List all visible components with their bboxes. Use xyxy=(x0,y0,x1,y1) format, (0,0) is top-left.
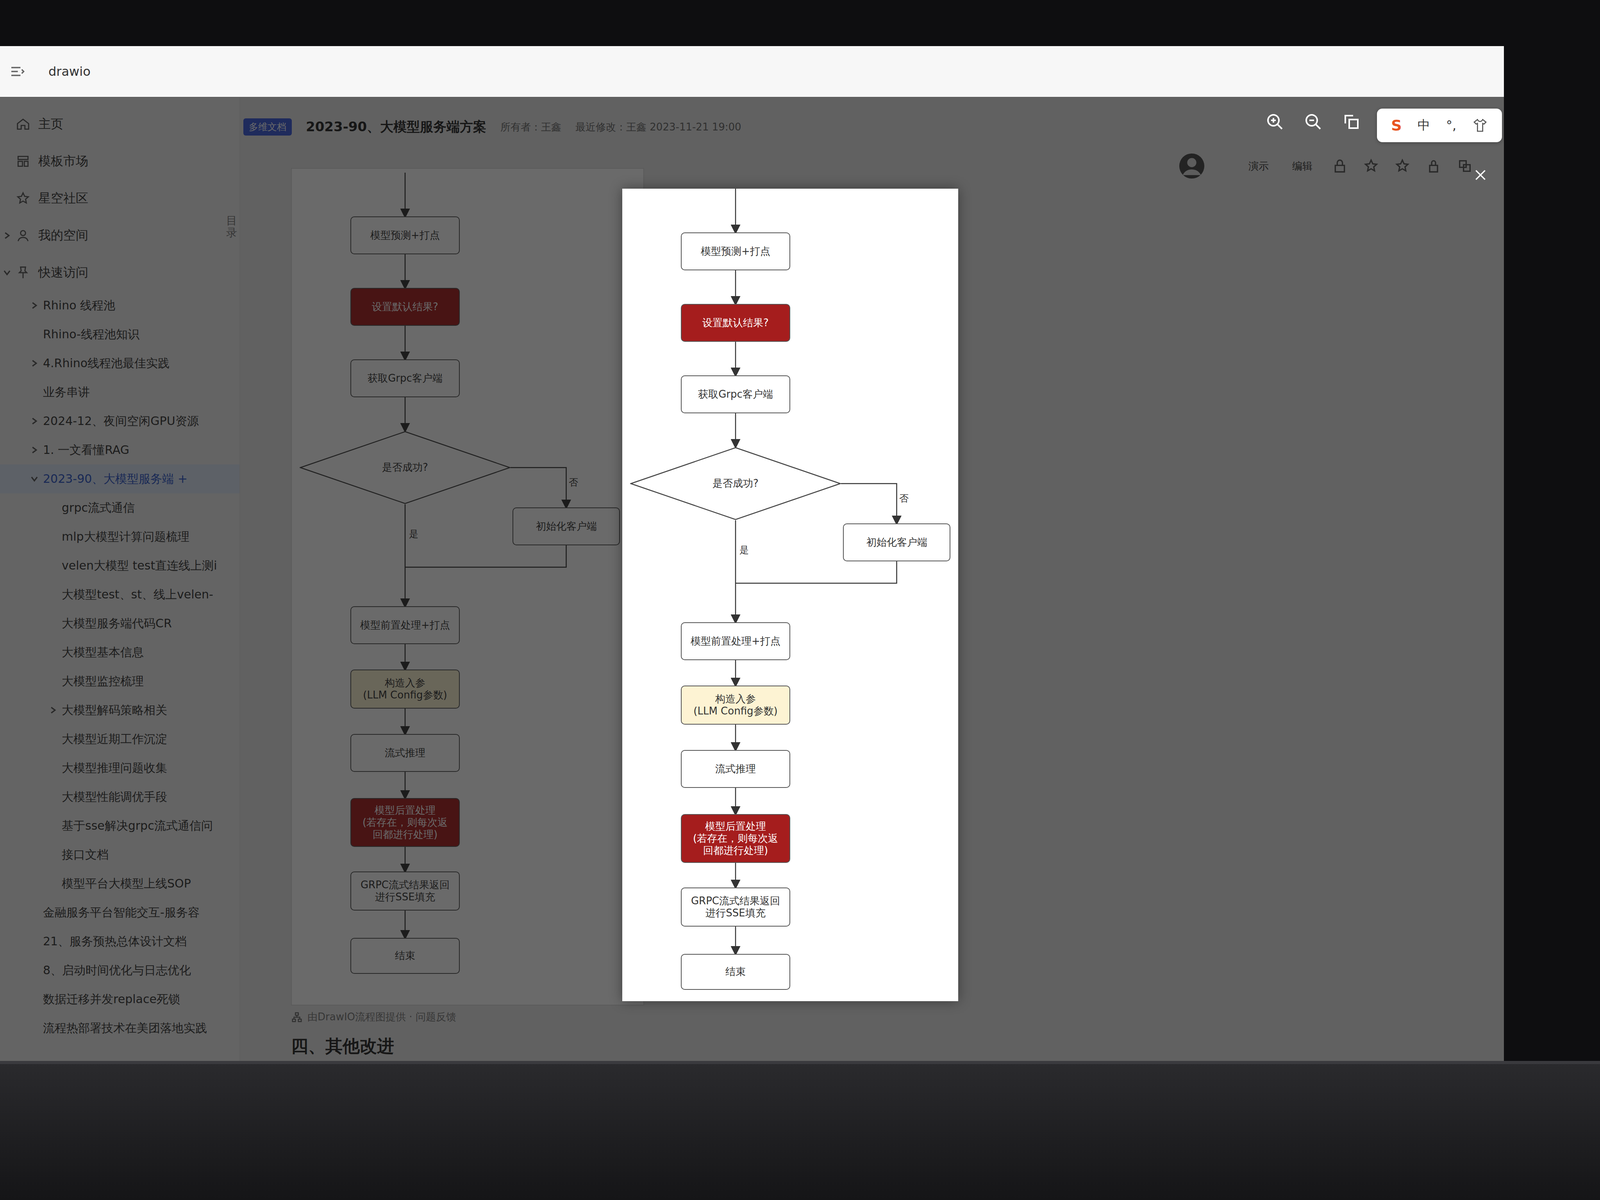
node-text: 模型前置处理+打点 xyxy=(690,635,781,648)
ime-logo[interactable]: S xyxy=(1391,116,1402,134)
flow-edge xyxy=(841,483,897,524)
photo-frame: drawio主页模板市场星空社区我的空间快速访问Rhino 线程池Rhino-线… xyxy=(0,0,1600,1200)
node-text: 是否成功? xyxy=(712,477,759,490)
node-text: 结束 xyxy=(725,965,746,978)
flow-edge xyxy=(735,926,737,954)
flow-edge xyxy=(735,188,737,233)
flow-edge xyxy=(735,724,737,750)
flow-edge xyxy=(735,787,737,815)
edge-label: 是 xyxy=(739,543,749,557)
flow-node[interactable]: 模型后置处理 (若存在，则每次返 回都进行处理) xyxy=(680,814,791,863)
flow-node[interactable]: 模型前置处理+打点 xyxy=(680,622,791,661)
rotate-icon[interactable] xyxy=(1342,112,1361,132)
node-text: 初始化客户端 xyxy=(866,536,928,549)
flow-edge xyxy=(735,862,737,888)
node-text: 设置默认结果? xyxy=(702,316,769,329)
flow-node[interactable]: 模型预测+打点 xyxy=(680,232,791,271)
node-text: 模型预测+打点 xyxy=(700,245,771,258)
flowchart: 模型预测+打点设置默认结果? 获取Grpc客户端是否成功? 初始化客户端模型前置处理… xyxy=(622,188,959,1002)
flow-edge xyxy=(735,520,737,623)
flow-node[interactable]: GRPC流式结果返回 进行SSE填充 xyxy=(680,887,791,927)
flow-edge xyxy=(735,413,737,447)
ime-mode[interactable]: 中 xyxy=(1417,116,1431,134)
skin-icon[interactable] xyxy=(1472,117,1488,134)
flow-edge xyxy=(735,341,737,376)
node-text: 模型后置处理 (若存在，则每次返 回都进行处理) xyxy=(692,820,779,858)
laptop-screen: drawio主页模板市场星空社区我的空间快速访问Rhino 线程池Rhino-线… xyxy=(0,46,1504,1061)
zoom-out-icon[interactable] xyxy=(1303,112,1323,132)
app-topbar: drawio xyxy=(0,46,1504,98)
close-icon[interactable] xyxy=(1472,167,1489,183)
flow-node[interactable]: 结束 xyxy=(680,953,791,990)
diagram-lightbox: 模型预测+打点设置默认结果? 获取Grpc客户端是否成功? 初始化客户端模型前置处理… xyxy=(622,188,959,1002)
node-text: 获取Grpc客户端 xyxy=(698,388,774,401)
lightbox-toolbar xyxy=(1265,112,1361,132)
node-text: GRPC流式结果返回 进行SSE填充 xyxy=(691,894,781,920)
flow-node[interactable]: 设置默认结果? xyxy=(680,303,791,342)
node-text: 构造入参 (LLM Config参数) xyxy=(693,692,778,718)
node-text: 流式推理 xyxy=(715,762,756,775)
flow-edge xyxy=(735,561,897,584)
flow-node[interactable]: 流式推理 xyxy=(680,750,791,788)
flow-node[interactable]: 是否成功? xyxy=(630,446,842,521)
flow-node[interactable]: 获取Grpc客户端 xyxy=(680,375,791,414)
flow-node[interactable]: 构造入参 (LLM Config参数) xyxy=(680,685,791,725)
flow-node[interactable]: 初始化客户端 xyxy=(842,523,951,562)
flow-edge xyxy=(735,660,737,686)
flowchart-edges xyxy=(622,188,959,1002)
menu-icon[interactable] xyxy=(9,63,25,80)
flow-edge xyxy=(735,270,737,304)
laptop-keyboard xyxy=(0,1060,1600,1200)
zoom-in-icon[interactable] xyxy=(1265,112,1285,132)
edge-label: 否 xyxy=(899,492,909,505)
app-title: drawio xyxy=(48,64,91,79)
ime-toolbar: S中 °, xyxy=(1376,108,1502,143)
ime-punctuation[interactable]: °, xyxy=(1446,117,1457,133)
